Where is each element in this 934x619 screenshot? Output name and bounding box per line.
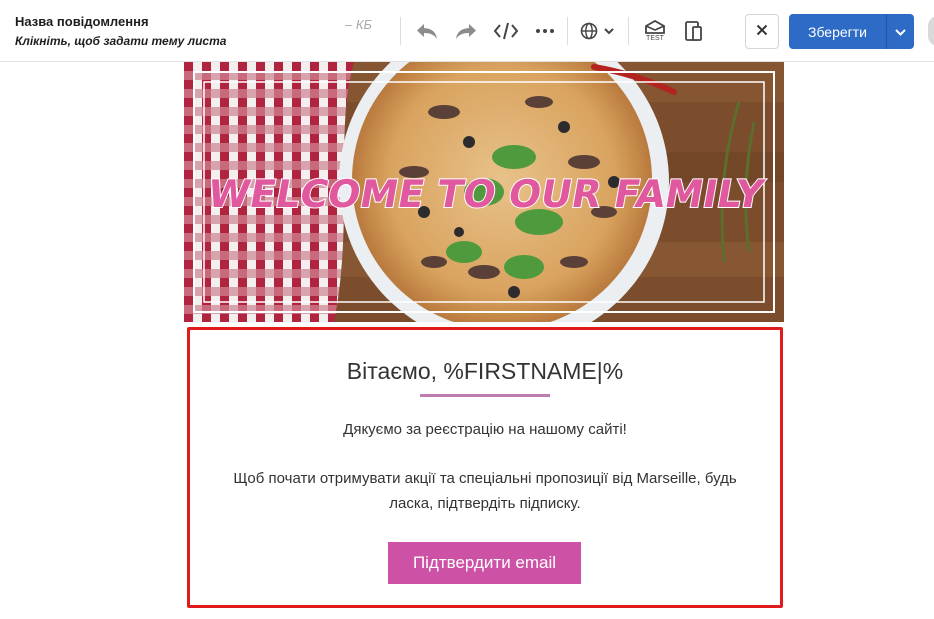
email-canvas: WELCOME TO OUR FAMILY Вітаємо, %FIRSTNAM… <box>0 62 934 619</box>
test-send-icon <box>644 19 666 34</box>
test-send-button[interactable]: TEST <box>641 16 669 46</box>
email-body: WELCOME TO OUR FAMILY Вітаємо, %FIRSTNAM… <box>184 62 784 619</box>
device-preview-icon <box>684 20 704 42</box>
redo-button[interactable] <box>452 16 480 46</box>
redo-icon <box>454 21 478 41</box>
globe-icon <box>580 22 598 40</box>
code-icon <box>493 21 519 41</box>
heading-divider <box>420 394 550 397</box>
more-options-button[interactable] <box>533 16 557 46</box>
sidebar-toggle[interactable] <box>928 16 934 46</box>
language-dropdown[interactable] <box>577 16 617 46</box>
banner-image[interactable]: WELCOME TO OUR FAMILY <box>184 62 784 322</box>
undo-button[interactable] <box>413 16 441 46</box>
subscription-text[interactable]: Щоб почати отримувати акції та спеціальн… <box>210 466 760 516</box>
message-size: – КБ <box>345 17 372 32</box>
chevron-down-icon <box>895 23 906 41</box>
selected-text-block[interactable]: Вітаємо, %FIRSTNAME|% Дякуємо за реєстра… <box>187 327 783 608</box>
close-icon <box>756 23 768 41</box>
toolbar-divider <box>567 17 568 45</box>
toolbar-divider <box>400 17 401 45</box>
chevron-down-icon <box>604 27 614 35</box>
save-options-button[interactable] <box>887 14 914 49</box>
more-dots-icon <box>535 28 555 34</box>
banner-headline: WELCOME TO OUR FAMILY <box>204 172 768 217</box>
code-view-button[interactable] <box>491 16 521 46</box>
save-button[interactable]: Зберегти <box>789 14 887 49</box>
undo-icon <box>415 21 439 41</box>
test-label: TEST <box>646 34 664 42</box>
greeting-heading[interactable]: Вітаємо, %FIRSTNAME|% <box>190 358 780 385</box>
close-button[interactable] <box>745 14 779 49</box>
toolbar-divider <box>628 17 629 45</box>
editor-toolbar: Назва повідомлення Клікніть, щоб задати … <box>0 0 934 62</box>
confirm-email-button[interactable]: Підтвердити email <box>388 542 581 584</box>
subject-field[interactable]: Клікніть, щоб задати тему листа <box>15 34 226 48</box>
thanks-text[interactable]: Дякуємо за реєстрацію на нашому сайті! <box>190 421 780 438</box>
message-name[interactable]: Назва повідомлення <box>15 14 149 29</box>
save-button-group: Зберегти <box>789 14 914 49</box>
device-preview-button[interactable] <box>682 16 706 46</box>
